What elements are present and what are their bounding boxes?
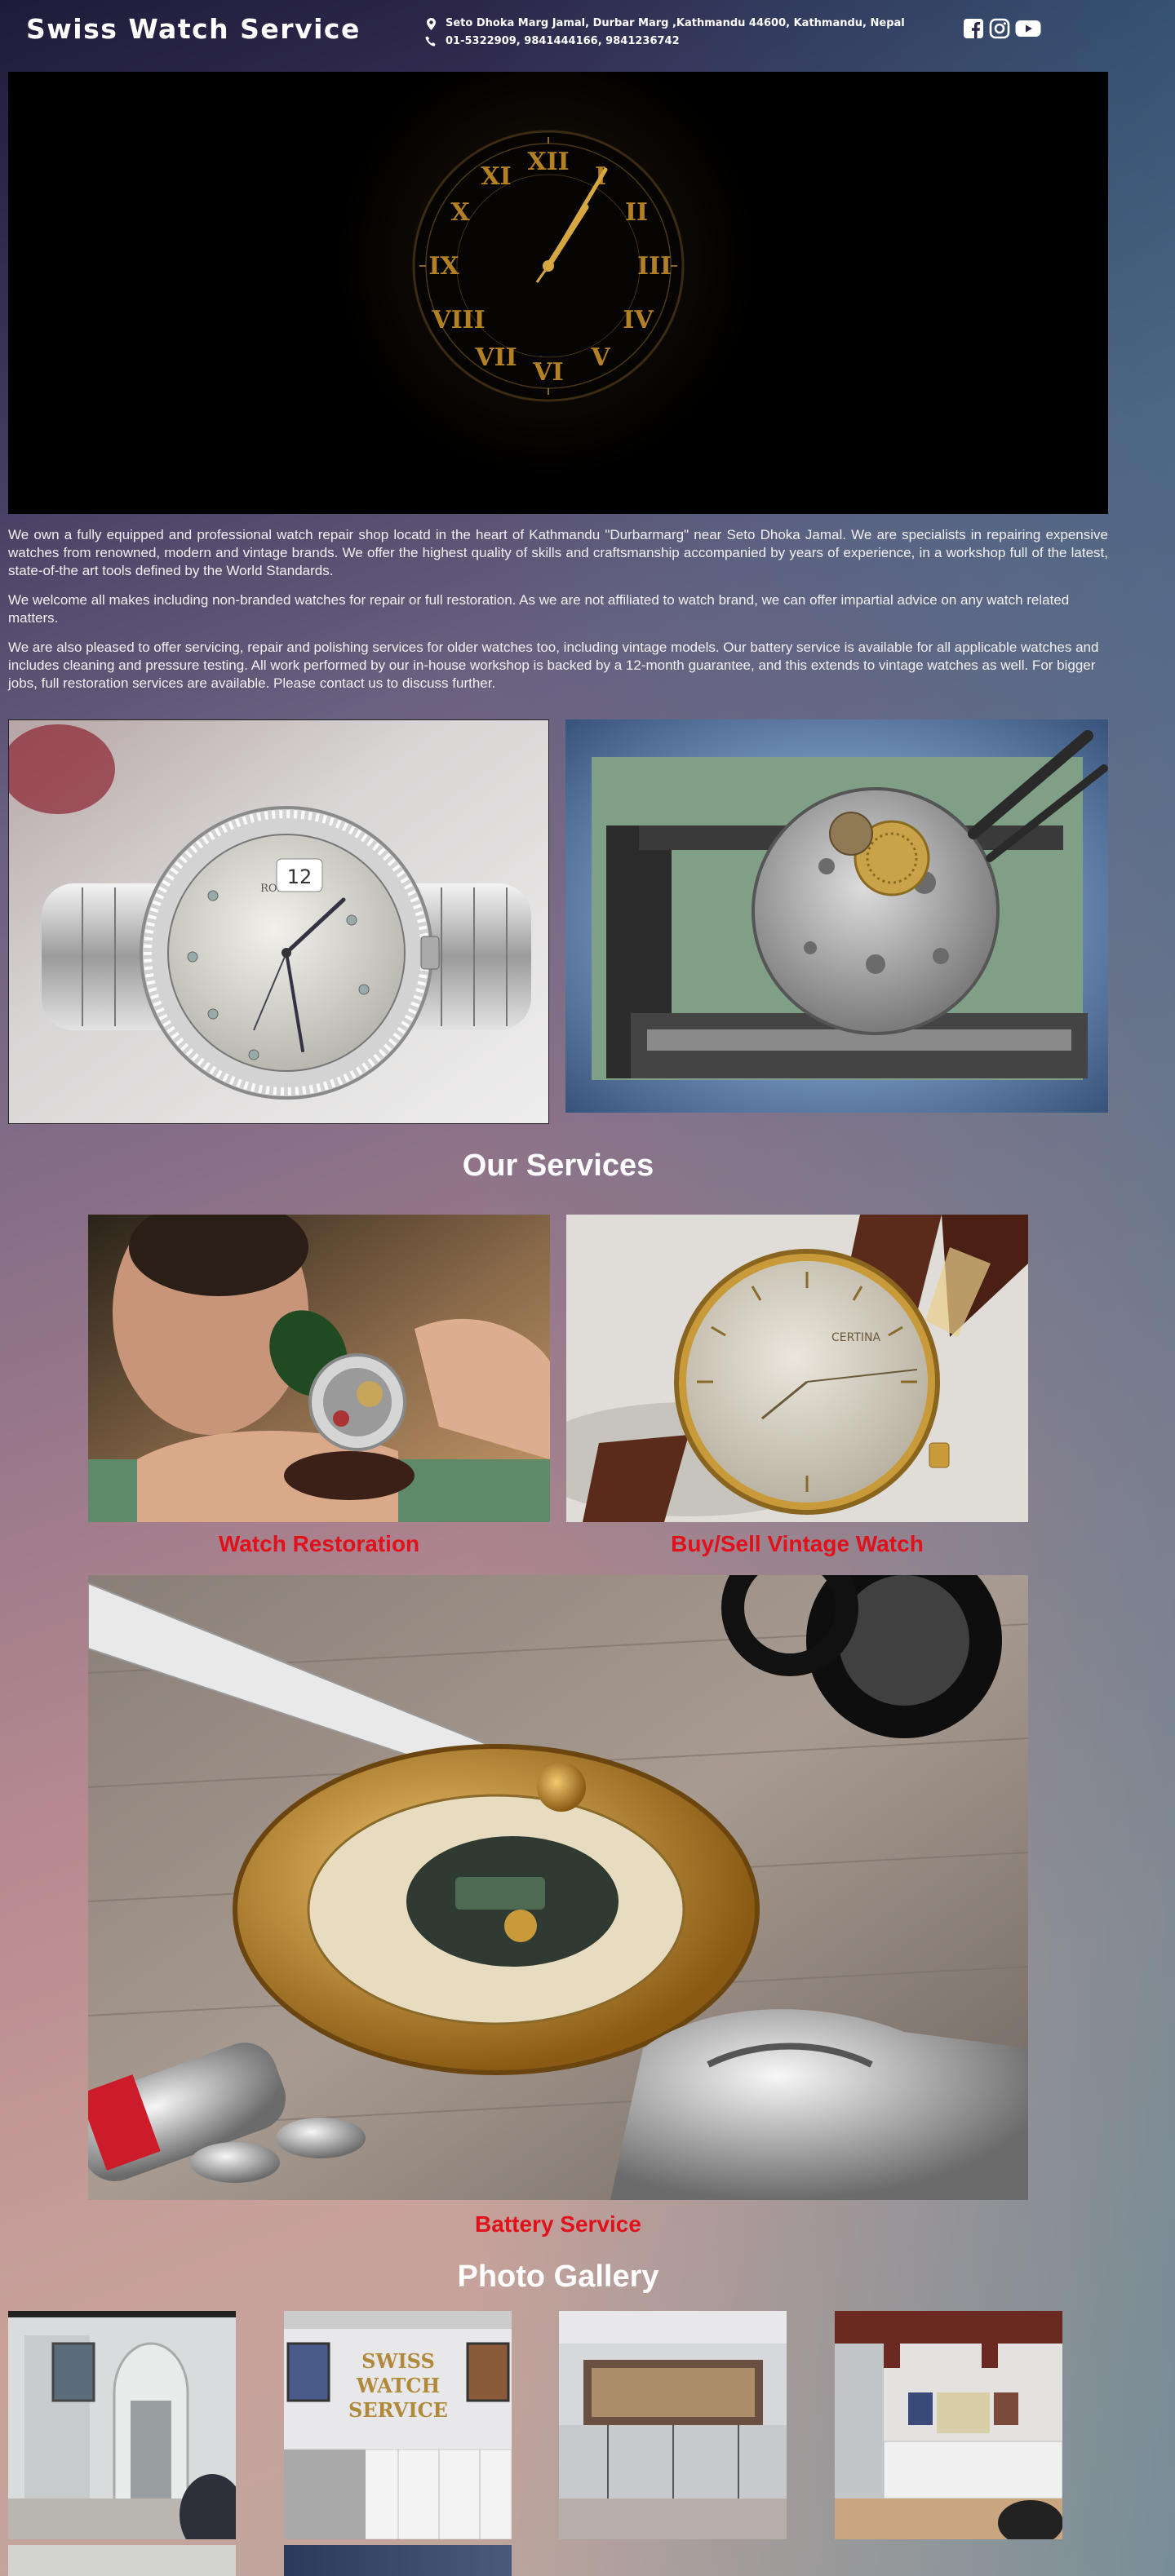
phone-row: 01-5322909, 9841444166, 9841236742 bbox=[423, 33, 905, 51]
social-links bbox=[963, 18, 1041, 39]
svg-text:IX: IX bbox=[428, 252, 459, 281]
shop-sign-line-1: SWISS bbox=[361, 2349, 435, 2373]
svg-text:VII: VII bbox=[474, 343, 517, 372]
rolex-watch-photo: ROLEX 12 bbox=[8, 719, 549, 1124]
vintage-watch-photo[interactable]: CERTINA bbox=[566, 1215, 1028, 1522]
intro-paragraph-3: We are also pleased to offer servicing, … bbox=[8, 640, 1099, 691]
gallery-photo-1[interactable] bbox=[8, 2311, 236, 2539]
svg-text:V: V bbox=[590, 343, 610, 372]
service-label-vintage[interactable]: Buy/Sell Vintage Watch bbox=[566, 1531, 1028, 1557]
svg-text:X: X bbox=[450, 198, 470, 227]
watch-movement-photo bbox=[565, 719, 1108, 1113]
gallery-photo-3[interactable] bbox=[559, 2311, 787, 2539]
svg-text:XII: XII bbox=[527, 148, 569, 176]
svg-text:XI: XI bbox=[481, 162, 511, 191]
phone-icon bbox=[423, 36, 439, 47]
gallery-photo-2[interactable]: SWISS WATCH SERVICE bbox=[284, 2311, 512, 2539]
instagram-icon[interactable] bbox=[989, 18, 1010, 39]
date-window-text: 12 bbox=[287, 865, 313, 888]
watch-restoration-photo[interactable] bbox=[88, 1215, 550, 1522]
gallery-photo-6[interactable] bbox=[284, 2545, 512, 2576]
service-label-battery[interactable]: Battery Service bbox=[88, 2211, 1028, 2237]
hero-clock-image: XII I II III IV V VI VII VIII IX X XI bbox=[8, 72, 1108, 514]
address-row: Seto Dhoka Marg Jamal, Durbar Marg ,Kath… bbox=[423, 15, 905, 33]
site-header: Swiss Watch Service Seto Dhoka Marg Jama… bbox=[0, 0, 1175, 64]
gallery-title: Photo Gallery bbox=[457, 2260, 659, 2294]
intro-paragraph-1: We own a fully equipped and professional… bbox=[8, 527, 1108, 578]
gallery-photo-5[interactable] bbox=[8, 2545, 236, 2576]
youtube-icon[interactable] bbox=[1015, 18, 1041, 39]
shop-sign-line-3: SERVICE bbox=[348, 2398, 448, 2422]
certina-logo-text: CERTINA bbox=[831, 1331, 880, 1344]
map-marker-icon bbox=[423, 17, 439, 30]
facebook-icon[interactable] bbox=[963, 18, 984, 39]
site-brand[interactable]: Swiss Watch Service bbox=[26, 13, 361, 45]
intro-paragraph-2: We welcome all makes including non-brand… bbox=[8, 592, 1070, 626]
service-label-restoration[interactable]: Watch Restoration bbox=[88, 1531, 550, 1557]
svg-text:III: III bbox=[637, 252, 672, 281]
services-title: Our Services bbox=[462, 1149, 654, 1183]
svg-text:II: II bbox=[625, 198, 648, 227]
address-text: Seto Dhoka Marg Jamal, Durbar Marg ,Kath… bbox=[446, 17, 905, 29]
svg-text:VIII: VIII bbox=[431, 306, 485, 334]
contact-info: Seto Dhoka Marg Jamal, Durbar Marg ,Kath… bbox=[423, 15, 905, 51]
svg-text:IV: IV bbox=[623, 306, 654, 334]
phone-text[interactable]: 01-5322909, 9841444166, 9841236742 bbox=[446, 33, 680, 51]
shop-sign-line-2: WATCH bbox=[356, 2374, 440, 2397]
gallery-photo-4[interactable] bbox=[835, 2311, 1062, 2539]
battery-service-photo[interactable] bbox=[88, 1575, 1028, 2200]
intro-text: We own a fully equipped and professional… bbox=[8, 526, 1108, 704]
svg-text:VI: VI bbox=[532, 358, 563, 387]
